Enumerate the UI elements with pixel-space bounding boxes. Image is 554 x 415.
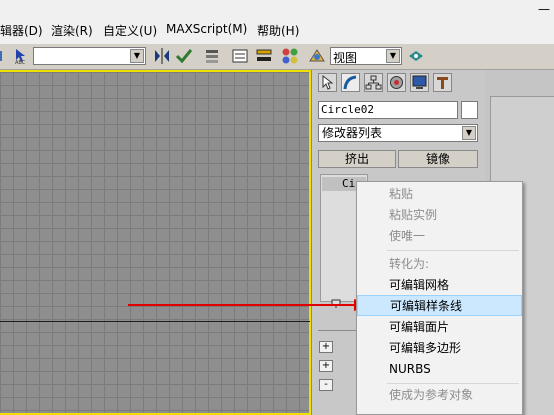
modifier-list-label: 修改器列表 xyxy=(322,126,383,140)
menu-item-make-reference[interactable]: 使成为参考对象 xyxy=(357,385,522,406)
menu-item-editable-mesh[interactable]: 可编辑网格 xyxy=(357,275,522,296)
svg-text:ABC: ABC xyxy=(15,60,26,65)
menu-item-paste[interactable]: 粘贴 xyxy=(357,184,522,205)
object-name-field[interactable]: Circle02 xyxy=(318,101,458,119)
extrude-button[interactable]: 挤出 xyxy=(318,150,396,168)
menu-heading-convert-to: 转化为: xyxy=(389,257,430,271)
tab-utilities[interactable] xyxy=(433,73,452,92)
schematic-view-icon[interactable] xyxy=(255,47,273,65)
divider xyxy=(318,330,358,331)
menu-separator xyxy=(387,250,519,251)
spline-line xyxy=(0,321,310,322)
rollout-toggle[interactable]: + xyxy=(319,360,333,372)
menu-item-nurbs[interactable]: NURBS xyxy=(357,359,522,380)
menu-item-editable-patch[interactable]: 可编辑面片 xyxy=(357,317,522,338)
modifier-list-dropdown[interactable]: 修改器列表 ▼ xyxy=(318,124,478,142)
layer-manager-icon[interactable] xyxy=(203,47,221,65)
menu-item-editable-spline[interactable]: 可编辑样条线 xyxy=(357,295,522,316)
select-by-name-icon[interactable]: ABC xyxy=(12,47,30,66)
menu-bar: — 辑器(D) 渲染(R) 自定义(U) MAXScript(M) 帮助(H) xyxy=(0,0,554,44)
viewport-render-value: 视图 xyxy=(333,51,358,65)
minimize-button[interactable]: — xyxy=(538,2,550,16)
material-editor-icon[interactable] xyxy=(281,47,299,65)
viewport-render-dropdown[interactable]: 视图 ▼ xyxy=(330,47,402,65)
mirror-icon[interactable] xyxy=(153,47,171,65)
rollout-toggle[interactable]: - xyxy=(319,379,333,391)
track-view-icon[interactable] xyxy=(231,47,249,65)
tab-modify[interactable] xyxy=(341,73,360,92)
context-menu: 粘贴 粘贴实例 使唯一 转化为: 可编辑网格 可编辑样条线 可编辑面片 可编辑多… xyxy=(356,181,523,415)
tab-create[interactable] xyxy=(318,73,337,92)
align-icon[interactable] xyxy=(175,47,193,65)
chevron-down-icon[interactable]: ▼ xyxy=(462,126,476,140)
menu-item-paste-instanced[interactable]: 粘贴实例 xyxy=(357,205,522,226)
named-selection-dropdown[interactable]: ▼ xyxy=(33,47,146,65)
quick-render-icon[interactable] xyxy=(407,47,425,65)
tab-display[interactable] xyxy=(410,73,429,92)
menu-edit[interactable]: 辑器(D) xyxy=(0,22,43,39)
menu-separator xyxy=(387,383,519,384)
mirror-button[interactable]: 镜像 xyxy=(398,150,478,168)
tab-hierarchy[interactable] xyxy=(364,73,383,92)
pin-stack-icon[interactable] xyxy=(331,297,341,308)
toolbar-overflow-icon[interactable] xyxy=(0,47,4,65)
chevron-down-icon[interactable]: ▼ xyxy=(386,49,400,63)
menu-help[interactable]: 帮助(H) xyxy=(257,22,299,39)
object-color-swatch[interactable] xyxy=(461,101,478,119)
viewport[interactable] xyxy=(0,70,311,415)
rollout-toggle[interactable]: + xyxy=(319,341,333,353)
menu-customize[interactable]: 自定义(U) xyxy=(103,22,157,39)
menu-item-make-unique[interactable]: 使唯一 xyxy=(357,226,522,247)
menu-maxscript[interactable]: MAXScript(M) xyxy=(166,22,247,36)
chevron-down-icon[interactable]: ▼ xyxy=(130,49,144,63)
menu-item-editable-poly[interactable]: 可编辑多边形 xyxy=(357,338,522,359)
main-toolbar: ABC ▼ 视图 ▼ xyxy=(0,44,554,70)
menu-render[interactable]: 渲染(R) xyxy=(51,22,93,39)
tab-motion[interactable] xyxy=(387,73,406,92)
render-setup-icon[interactable] xyxy=(308,47,326,65)
